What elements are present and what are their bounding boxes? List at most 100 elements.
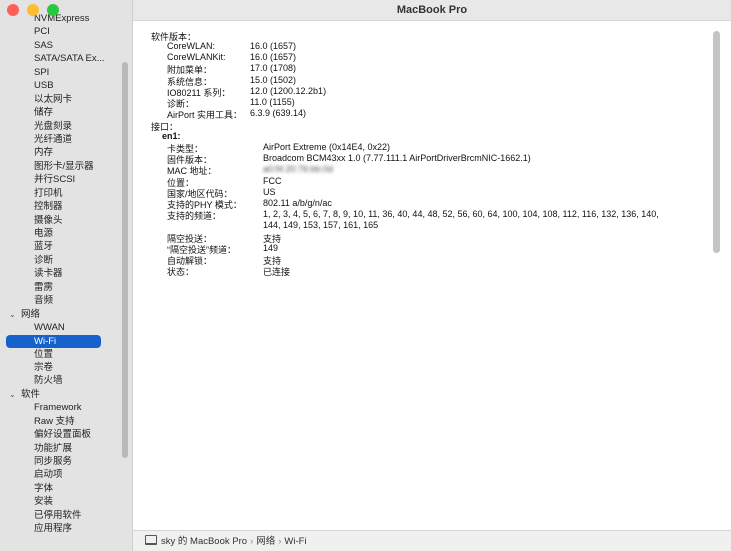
window-title: MacBook Pro bbox=[133, 0, 731, 21]
sidebar-item-label: 网络 bbox=[21, 308, 41, 320]
chevron-down-icon[interactable]: ⌄ bbox=[9, 388, 16, 401]
detail-scrollbar[interactable] bbox=[713, 31, 720, 253]
sidebar-item[interactable]: 诊断 bbox=[0, 254, 122, 267]
property-value: FCC bbox=[263, 175, 282, 186]
sidebar-item[interactable]: SATA/SATA Ex... bbox=[0, 52, 122, 65]
sidebar-group[interactable]: ⌄ 软件 bbox=[0, 388, 122, 401]
detail-pane: 软件版本： CoreWLAN: 16.0 (1657) CoreWLANKit: 16… bbox=[133, 21, 731, 530]
sidebar-item[interactable]: WWAN bbox=[0, 321, 122, 334]
sidebar-item-label: SPI bbox=[34, 66, 50, 78]
property-value: 11.0 (1155) bbox=[250, 97, 295, 107]
sidebar-item[interactable]: Wi-Fi bbox=[6, 334, 101, 348]
sidebar-item[interactable]: PCI bbox=[0, 25, 122, 38]
sidebar-item[interactable]: 同步服务 bbox=[0, 455, 122, 468]
sidebar-item[interactable]: 读卡器 bbox=[0, 267, 122, 280]
sidebar-item[interactable]: 位置 bbox=[0, 348, 122, 361]
sidebar-item-label: USB bbox=[34, 80, 54, 92]
path-item-network[interactable]: 网络 bbox=[256, 536, 275, 547]
sidebar-item[interactable]: 内存 bbox=[0, 146, 122, 159]
sidebar-item-label: 应用程序 bbox=[34, 523, 73, 535]
sidebar-item-label: 软件 bbox=[21, 388, 41, 400]
laptop-icon bbox=[145, 535, 157, 545]
sidebar-item[interactable]: Framework bbox=[0, 401, 122, 414]
sidebar-item[interactable]: 以太网卡 bbox=[0, 93, 122, 106]
sidebar-item[interactable]: 防火墙 bbox=[0, 374, 122, 387]
sidebar-item[interactable]: 偏好设置面板 bbox=[0, 428, 122, 441]
property-value: a0:f4:20:76:bb:0d bbox=[263, 164, 334, 175]
path-item-wifi[interactable]: Wi-Fi bbox=[284, 536, 306, 547]
sidebar-item[interactable]: 控制器 bbox=[0, 200, 122, 213]
sidebar-item[interactable]: SPI bbox=[0, 66, 122, 79]
sidebar-item[interactable]: 打印机 bbox=[0, 187, 122, 200]
sidebar-item-label: 诊断 bbox=[34, 254, 54, 266]
sidebar-item[interactable]: USB bbox=[0, 79, 122, 92]
sidebar-item-label: 并行SCSI bbox=[34, 174, 76, 186]
sidebar-item[interactable]: 已停用软件 bbox=[0, 509, 122, 522]
sidebar-item[interactable]: 字体 bbox=[0, 482, 122, 495]
sidebar-item-label: Framework bbox=[34, 402, 82, 414]
sidebar-item[interactable]: 并行SCSI bbox=[0, 173, 122, 186]
sidebar-item-label: 打印机 bbox=[34, 187, 63, 199]
sidebar: NVMExpress PCI SAS SATA/SATA Ex... SPI USB 以太网… bbox=[0, 0, 133, 551]
sidebar-item[interactable]: 启动项 bbox=[0, 468, 122, 481]
property-value: 17.0 (1708) bbox=[250, 63, 297, 74]
sidebar-group[interactable]: ⌄ 网络 bbox=[0, 308, 122, 321]
sidebar-item[interactable]: 光纤通道 bbox=[0, 133, 122, 146]
property-value: 12.0 (1200.12.2b1) bbox=[250, 85, 327, 96]
sidebar-item[interactable]: Raw 支持 bbox=[0, 415, 122, 428]
property-key: CoreWLANKit: bbox=[167, 52, 226, 63]
sidebar-item[interactable]: 储存 bbox=[0, 106, 122, 119]
sidebar-item-label: 光纤通道 bbox=[34, 133, 73, 145]
sidebar-item[interactable]: 摄像头 bbox=[0, 214, 122, 227]
property-value: 16.0 (1657) bbox=[250, 52, 297, 63]
sidebar-item-label: 储存 bbox=[34, 107, 54, 119]
property-key: 支持的频道： bbox=[167, 211, 222, 222]
sidebar-item-label: 防火墙 bbox=[34, 375, 63, 387]
sidebar-item-label: 字体 bbox=[34, 482, 54, 494]
sidebar-item-label: SATA/SATA Ex... bbox=[34, 53, 105, 65]
sidebar-item[interactable]: 安装 bbox=[0, 495, 122, 508]
minimize-button[interactable] bbox=[27, 4, 39, 16]
property-key: 状态： bbox=[167, 267, 195, 278]
property-value: 15.0 (1502) bbox=[250, 74, 297, 85]
sidebar-item[interactable]: 应用程序 bbox=[0, 522, 122, 535]
property-value: AirPort Extreme (0x14E4, 0x22) bbox=[263, 142, 391, 152]
sidebar-item[interactable]: SAS bbox=[0, 39, 122, 52]
sidebar-item-label: 摄像头 bbox=[34, 214, 63, 226]
sidebar-item-label: 蓝牙 bbox=[34, 241, 54, 253]
chevron-down-icon[interactable]: ⌄ bbox=[9, 308, 16, 321]
sidebar-item-label: 音频 bbox=[34, 295, 54, 307]
sidebar-item[interactable]: 雷雳 bbox=[0, 281, 122, 294]
sidebar-item[interactable]: 电源 bbox=[0, 227, 122, 240]
sidebar-item-label: 控制器 bbox=[34, 201, 63, 213]
sidebar-item[interactable]: 音频 bbox=[0, 294, 122, 307]
close-button[interactable] bbox=[7, 4, 19, 16]
sidebar-item-label: Raw 支持 bbox=[34, 415, 75, 427]
maximize-button[interactable] bbox=[47, 4, 59, 16]
path-separator: › bbox=[278, 536, 282, 547]
sidebar-item-label: 读卡器 bbox=[34, 268, 63, 280]
sidebar-item-label: 同步服务 bbox=[34, 456, 73, 467]
sidebar-item[interactable]: 功能扩展 bbox=[0, 442, 122, 455]
property-value: 149 bbox=[263, 242, 279, 253]
sidebar-item-label: 图形卡/显示器 bbox=[34, 160, 94, 172]
sidebar-item-label: PCI bbox=[34, 26, 50, 38]
sidebar-item-label: 偏好设置面板 bbox=[34, 429, 92, 441]
path-item-computer[interactable]: sky 的 MacBook Pro bbox=[161, 536, 247, 547]
sidebar-item-label: WWAN bbox=[34, 322, 65, 334]
interface-name: en1: bbox=[162, 131, 181, 141]
path-separator: › bbox=[250, 536, 254, 547]
sidebar-item[interactable]: 宗卷 bbox=[0, 361, 122, 374]
property-key: AirPort 实用工具： bbox=[167, 110, 243, 121]
sidebar-item-label: 宗卷 bbox=[34, 361, 54, 373]
property-value: Broadcom BCM43xx 1.0 (7.77.111.1 AirPort… bbox=[263, 153, 531, 164]
sidebar-item[interactable]: 蓝牙 bbox=[0, 240, 122, 253]
sidebar-item[interactable]: 光盘刻录 bbox=[0, 120, 122, 133]
property-value: 144, 149, 153, 157, 161, 165 bbox=[263, 220, 379, 231]
path-bar: sky 的 MacBook Pro › 网络 › Wi-Fi bbox=[133, 530, 731, 551]
sidebar-item-label: 位置 bbox=[34, 348, 54, 360]
system-information-window: NVMExpress PCI SAS SATA/SATA Ex... SPI USB 以太网… bbox=[0, 0, 731, 551]
property-value: 1, 2, 3, 4, 5, 6, 7, 8, 9, 10, 11, 36, 4… bbox=[263, 209, 659, 220]
sidebar-scrollbar[interactable] bbox=[122, 62, 128, 458]
sidebar-item[interactable]: 图形卡/显示器 bbox=[0, 160, 122, 173]
